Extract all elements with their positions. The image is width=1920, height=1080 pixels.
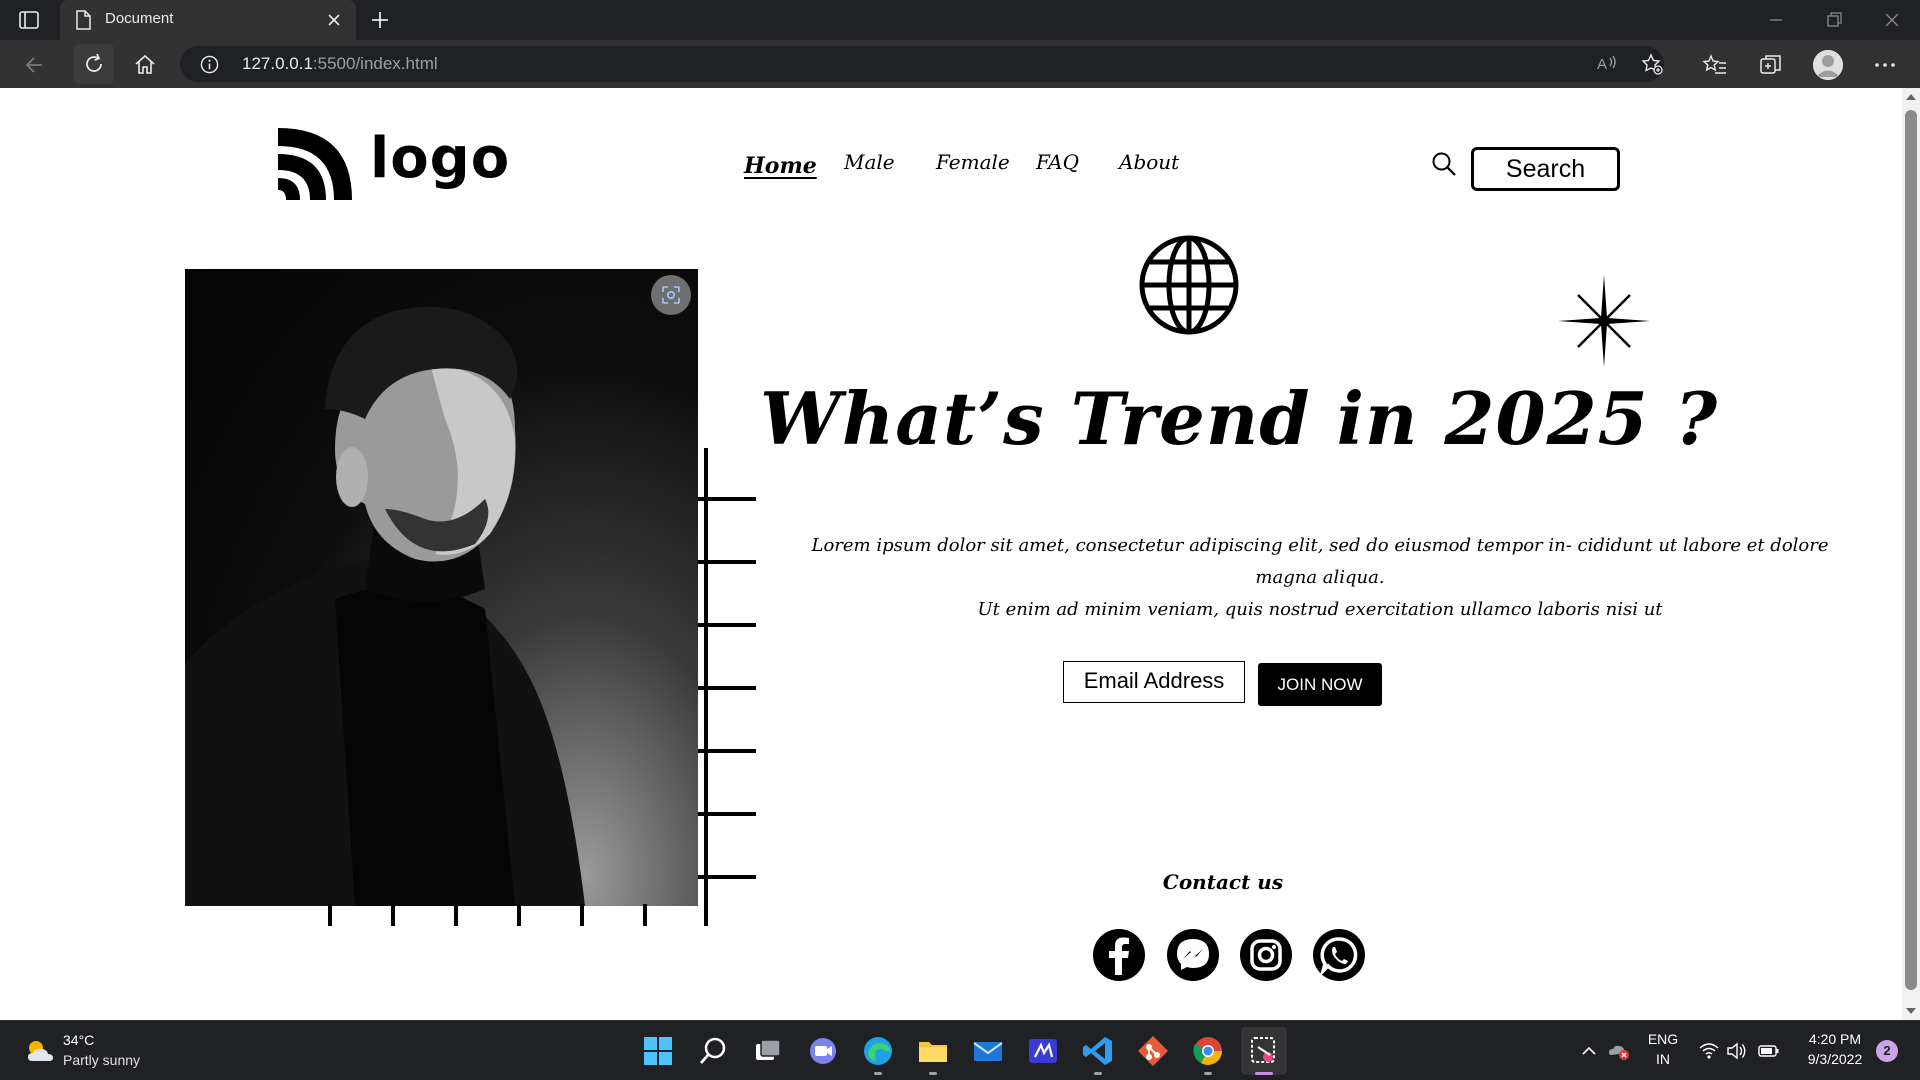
clock-date[interactable]: 9/3/2022 xyxy=(1790,1051,1880,1067)
info-icon[interactable] xyxy=(200,55,219,74)
nav-male[interactable]: Male xyxy=(844,150,895,174)
tab-bar: Document xyxy=(0,0,1920,40)
hero-headline: What’s Trend in 2025 ? xyxy=(760,376,1719,461)
tab-actions-icon[interactable] xyxy=(18,9,40,31)
explorer-running-indicator xyxy=(929,1072,937,1075)
profile-avatar[interactable] xyxy=(1813,50,1843,80)
browser-tab[interactable]: Document xyxy=(60,0,356,40)
logo-mark-icon[interactable] xyxy=(278,128,352,200)
nav-faq[interactable]: FAQ xyxy=(1036,150,1079,174)
close-window-icon[interactable] xyxy=(1882,10,1902,30)
more-menu-icon[interactable] xyxy=(1872,52,1898,78)
git-tool-icon[interactable] xyxy=(1135,1033,1171,1069)
scrollbar-thumb[interactable] xyxy=(1905,110,1917,990)
address-bar[interactable]: 127.0.0.1:5500/index.html A xyxy=(180,46,1664,82)
battery-icon[interactable] xyxy=(1758,1041,1780,1061)
url-text: 127.0.0.1:5500/index.html xyxy=(242,54,438,74)
mail-icon[interactable] xyxy=(970,1033,1006,1069)
edge-running-indicator xyxy=(874,1072,882,1075)
hero-description-line-1: Lorem ipsum dolor sit amet, consectetur … xyxy=(811,535,1829,588)
tab-title: Document xyxy=(105,10,174,27)
snipping-tool-app[interactable] xyxy=(1241,1027,1287,1075)
facebook-icon[interactable] xyxy=(1092,928,1146,982)
add-favorite-icon[interactable] xyxy=(1640,52,1664,76)
windows-taskbar: 34°C Partly sunny ENG IN 4:20 PM 9/3/202… xyxy=(0,1020,1920,1080)
page-viewport: logo Home Male Female FAQ About Search W… xyxy=(0,88,1920,1020)
hero-description: Lorem ipsum dolor sit amet, consectetur … xyxy=(780,530,1860,626)
scroll-up-arrow-icon[interactable] xyxy=(1906,94,1916,100)
onedrive-error-icon[interactable] xyxy=(1608,1041,1630,1061)
snipping-active-indicator xyxy=(1255,1072,1273,1075)
edge-browser-icon[interactable] xyxy=(860,1033,896,1069)
restore-icon[interactable] xyxy=(1824,10,1844,30)
chrome-browser-icon[interactable] xyxy=(1190,1033,1226,1069)
document-icon xyxy=(76,10,91,30)
url-path: :5500/index.html xyxy=(312,54,438,73)
nav-female[interactable]: Female xyxy=(936,150,1010,174)
visual-search-icon xyxy=(662,286,680,304)
vscode-icon[interactable] xyxy=(1080,1033,1116,1069)
minimize-icon[interactable] xyxy=(1766,10,1786,30)
close-tab-icon[interactable] xyxy=(326,12,342,28)
wifi-icon[interactable] xyxy=(1698,1041,1720,1061)
whiteboard-icon[interactable] xyxy=(1025,1033,1061,1069)
clock-time[interactable]: 4:20 PM xyxy=(1790,1031,1880,1047)
reload-button[interactable] xyxy=(74,44,114,84)
globe-icon xyxy=(1139,235,1239,335)
weather-description[interactable]: Partly sunny xyxy=(63,1052,140,1068)
weather-temperature[interactable]: 34°C xyxy=(63,1032,94,1048)
contact-heading: Contact us xyxy=(1162,870,1284,894)
sparkle-star-icon xyxy=(1558,275,1650,367)
visual-search-button[interactable] xyxy=(651,275,691,315)
language-indicator-top[interactable]: ENG xyxy=(1644,1031,1682,1047)
whatsapp-icon[interactable] xyxy=(1312,928,1366,982)
read-aloud-icon[interactable]: A xyxy=(1596,54,1618,74)
snipping-tool-icon xyxy=(1251,1037,1275,1063)
url-host: 127.0.0.1 xyxy=(242,54,313,73)
back-icon[interactable] xyxy=(22,52,48,78)
language-indicator-bottom[interactable]: IN xyxy=(1644,1051,1682,1067)
email-field[interactable]: Email Address xyxy=(1063,661,1245,703)
new-tab-icon[interactable] xyxy=(368,8,392,32)
svg-text:A: A xyxy=(1597,56,1607,73)
nav-home[interactable]: Home xyxy=(744,153,817,179)
join-now-button[interactable]: JOIN NOW xyxy=(1258,663,1382,706)
vscode-running-indicator xyxy=(1094,1072,1102,1075)
task-view-icon[interactable] xyxy=(750,1033,786,1069)
search-taskbar-icon[interactable] xyxy=(695,1033,731,1069)
windows-start-icon[interactable] xyxy=(640,1033,676,1069)
show-hidden-icons-chevron-icon[interactable] xyxy=(1578,1041,1600,1061)
chrome-running-indicator xyxy=(1204,1072,1212,1075)
vertical-scrollbar[interactable] xyxy=(1902,88,1920,1020)
instagram-icon[interactable] xyxy=(1239,928,1293,982)
hero-description-line-2: Ut enim ad minim veniam, quis nostrud ex… xyxy=(977,599,1663,620)
search-icon[interactable] xyxy=(1431,151,1457,177)
volume-icon[interactable] xyxy=(1726,1041,1748,1061)
user-icon xyxy=(1813,50,1843,80)
nav-about[interactable]: About xyxy=(1119,150,1179,174)
collections-icon[interactable] xyxy=(1758,52,1784,78)
decorative-grid-lines xyxy=(328,448,756,926)
favorites-icon[interactable] xyxy=(1702,52,1728,78)
teams-chat-icon[interactable] xyxy=(805,1033,841,1069)
home-icon[interactable] xyxy=(132,52,158,78)
notification-badge[interactable]: 2 xyxy=(1876,1040,1898,1062)
messenger-icon[interactable] xyxy=(1166,928,1220,982)
logo-text[interactable]: logo xyxy=(370,126,510,191)
search-button[interactable]: Search xyxy=(1471,147,1620,191)
scroll-down-arrow-icon[interactable] xyxy=(1906,1008,1916,1014)
reload-icon xyxy=(86,53,102,72)
file-explorer-icon[interactable] xyxy=(915,1033,951,1069)
partly-sunny-icon[interactable] xyxy=(24,1037,56,1065)
